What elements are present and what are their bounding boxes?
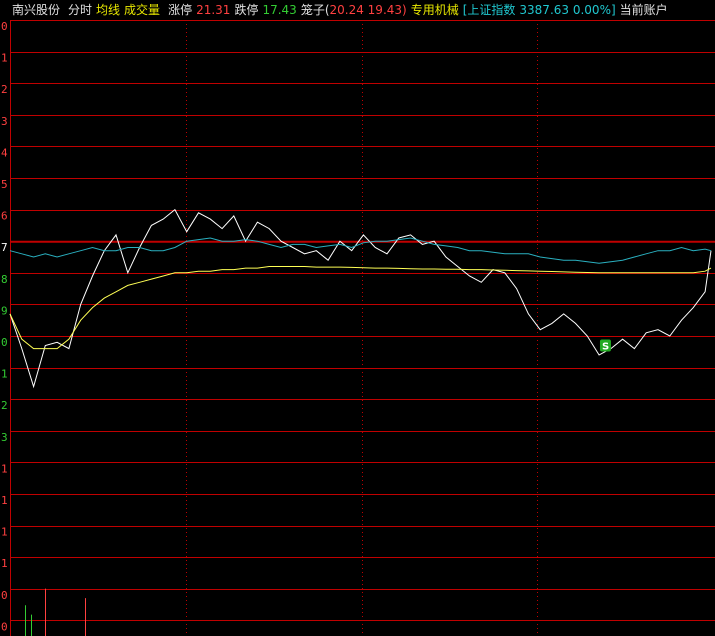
y-tick-label: 1 xyxy=(1,368,8,381)
y-tick-label: 0 xyxy=(1,20,8,33)
y-tick-label: 3 xyxy=(1,115,8,128)
y-tick-label: 9 xyxy=(1,304,8,317)
intraday-chart: 0 1 2 3 4 5 6 7 8 9 0 1 2 3 1 1 1 1 0 0 S xyxy=(1,20,715,636)
price-line xyxy=(9,208,712,389)
y-tick-label: 5 xyxy=(1,178,8,191)
y-tick-label: 1 xyxy=(1,557,8,570)
y-tick-label: 6 xyxy=(1,210,8,223)
y-tick-label: 0 xyxy=(1,620,8,633)
signal-marker-label: S xyxy=(602,341,609,352)
y-tick-label: 0 xyxy=(1,336,8,349)
y-tick-label: 1 xyxy=(1,526,8,539)
y-tick-label: 2 xyxy=(1,83,8,96)
y-tick-label: 8 xyxy=(1,273,8,286)
y-tick-label: 2 xyxy=(1,399,8,412)
y-tick-label: 1 xyxy=(1,52,8,65)
y-tick-label: 0 xyxy=(1,589,8,602)
y-tick-label: 4 xyxy=(1,146,8,159)
y-tick-label: 3 xyxy=(1,431,8,444)
y-tick-label: 1 xyxy=(1,462,8,475)
y-tick-label: 1 xyxy=(1,494,8,507)
y-tick-label: 7 xyxy=(1,241,8,254)
